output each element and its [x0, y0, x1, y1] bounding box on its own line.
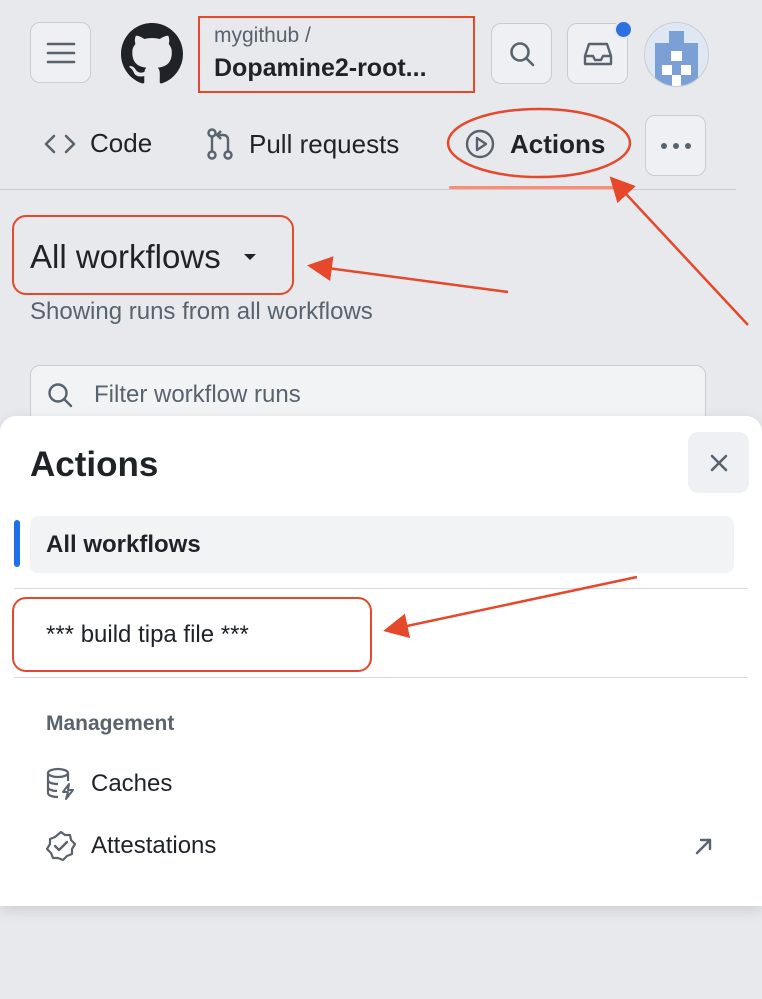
kebab-horizontal-icon	[659, 142, 693, 150]
inbox-icon	[582, 40, 614, 68]
filter-placeholder: Filter workflow runs	[94, 381, 301, 408]
header-divider	[0, 189, 736, 190]
tab-code-label: Code	[90, 128, 153, 158]
annotation-workflow-box	[12, 215, 294, 295]
more-tabs-button[interactable]	[645, 115, 706, 176]
github-logo-icon[interactable]	[121, 23, 183, 85]
annotation-repo-box	[198, 16, 475, 93]
search-button[interactable]	[491, 23, 552, 84]
tab-pull-requests[interactable]: Pull requests	[205, 128, 399, 160]
attestation-icon	[45, 830, 77, 862]
play-icon	[464, 128, 496, 160]
code-icon	[44, 132, 76, 156]
notification-dot	[614, 20, 633, 39]
search-icon	[508, 40, 536, 68]
tab-actions-label: Actions	[510, 128, 606, 159]
divider	[14, 588, 748, 589]
annotation-build-tipa-box	[12, 597, 372, 672]
tab-pull-requests-label: Pull requests	[249, 128, 400, 159]
close-icon	[709, 453, 729, 473]
menu-icon	[46, 41, 76, 65]
workflow-subtitle: Showing runs from all workflows	[30, 298, 373, 325]
close-button[interactable]	[688, 432, 749, 493]
sheet-item-attestations-label: Attestations	[91, 832, 217, 859]
management-heading: Management	[46, 712, 175, 735]
external-link-arrow-icon	[694, 836, 714, 856]
search-icon	[46, 381, 74, 409]
sheet-item-caches-label: Caches	[91, 770, 173, 797]
selected-indicator	[14, 520, 20, 567]
avatar[interactable]	[644, 22, 709, 87]
sheet-item-all-workflows-label: All workflows	[46, 531, 201, 558]
tab-actions[interactable]: Actions	[464, 128, 605, 160]
sheet-title: Actions	[30, 445, 159, 484]
cache-icon	[45, 767, 77, 801]
tab-code[interactable]: Code	[44, 128, 152, 159]
menu-button[interactable]	[30, 22, 91, 83]
pull-request-icon	[205, 128, 235, 160]
divider	[14, 677, 748, 678]
